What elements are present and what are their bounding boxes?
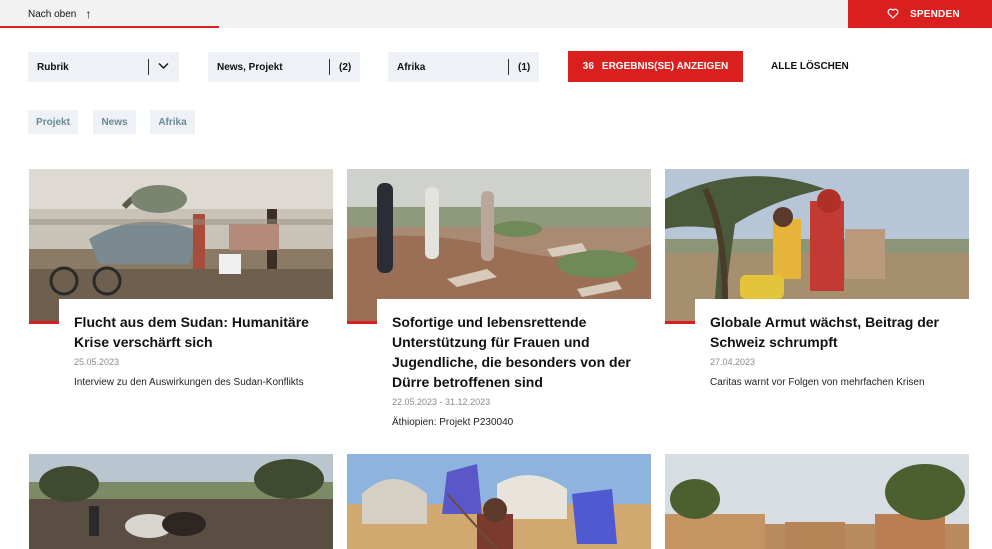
donate-button[interactable]: SPENDEN xyxy=(848,0,992,28)
filter-category[interactable]: News, Projekt (2) xyxy=(208,52,360,82)
filter-region-count: (1) xyxy=(518,62,531,73)
article-text: Flucht aus dem Sudan: Humanitäre Krise v… xyxy=(59,299,333,388)
show-results-label: ERGEBNIS(SE) ANZEIGEN xyxy=(601,61,729,72)
top-bar: Nach oben ↑ SPENDEN xyxy=(0,0,992,28)
clear-all-button[interactable]: ALLE LÖSCHEN xyxy=(771,61,849,72)
tag-news[interactable]: News xyxy=(93,110,136,134)
accent-line xyxy=(665,321,695,324)
filter-rubrik-label: Rubrik xyxy=(37,62,69,73)
article-text: Sofortige und lebensrettende Unterstützu… xyxy=(377,299,651,428)
filter-rubrik[interactable]: Rubrik xyxy=(28,52,179,82)
back-to-top-label: Nach oben xyxy=(28,8,77,20)
article-title[interactable]: Globale Armut wächst, Beitrag der Schwei… xyxy=(710,312,954,352)
article-description: Interview zu den Auswirkungen des Sudan-… xyxy=(74,377,304,388)
article-card-image[interactable] xyxy=(29,454,333,549)
filter-category-label: News, Projekt xyxy=(217,62,283,73)
article-card-image[interactable] xyxy=(347,454,651,549)
chevron-down-icon xyxy=(158,62,169,73)
back-to-top-underline xyxy=(0,26,219,28)
article-description: Äthiopien: Projekt P230040 xyxy=(392,417,514,428)
article-text: Globale Armut wächst, Beitrag der Schwei… xyxy=(695,299,969,388)
tag-projekt[interactable]: Projekt xyxy=(28,110,78,134)
article-date: 27.04.2023 xyxy=(710,357,756,367)
article-date: 25.05.2023 xyxy=(74,357,120,367)
back-to-top-link[interactable]: Nach oben ↑ xyxy=(0,0,219,28)
heart-icon xyxy=(887,8,899,22)
filter-region-label: Afrika xyxy=(397,62,426,73)
results-count: 36 xyxy=(582,61,594,72)
filter-category-count: (2) xyxy=(339,62,352,73)
filter-divider xyxy=(329,59,330,75)
article-card-image[interactable] xyxy=(665,454,969,549)
article-title[interactable]: Sofortige und lebensrettende Unterstützu… xyxy=(392,312,636,392)
show-results-button[interactable]: 36 ERGEBNIS(SE) ANZEIGEN xyxy=(568,51,743,82)
article-title[interactable]: Flucht aus dem Sudan: Humanitäre Krise v… xyxy=(74,312,318,352)
accent-line xyxy=(347,321,377,324)
donate-label: SPENDEN xyxy=(910,8,960,20)
article-date: 22.05.2023 - 31.12.2023 xyxy=(392,397,491,407)
article-description: Caritas warnt vor Folgen von mehrfachen … xyxy=(710,377,925,388)
filter-divider xyxy=(508,59,509,75)
tag-afrika[interactable]: Afrika xyxy=(150,110,195,134)
arrow-up-icon: ↑ xyxy=(85,7,92,21)
accent-line xyxy=(29,321,59,324)
filter-region[interactable]: Afrika (1) xyxy=(388,52,539,82)
filter-divider xyxy=(148,59,149,75)
